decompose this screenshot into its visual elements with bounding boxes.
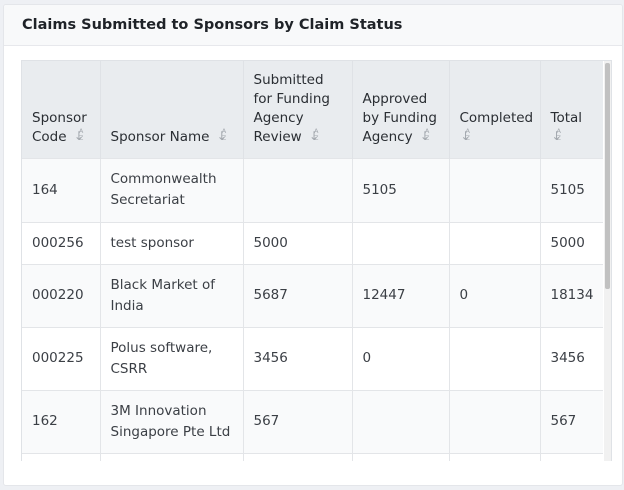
cell-total: 3456 [540,326,603,390]
cell-sponsor-name: 3M Innovation Singapore Pte Ltd [100,389,244,453]
claims-table-container[interactable]: Sponsor Code ↓ A Z Sponsor Name ↓ A Z Submit… [21,60,612,461]
cell-sponsor-code: 000256 [22,221,101,264]
cell-sponsor-code: 162 [22,389,101,453]
cell-total: 5000 [540,221,603,264]
cell-total: 5105 [540,157,603,222]
cell-sponsor-name: test sponsor [100,221,244,264]
cell-sponsor-name: Black Market of India [100,263,244,327]
column-header-approved[interactable]: Approved by Funding Agency ↓ A Z [352,61,450,158]
cell-submitted: 5000 [243,221,353,264]
table-row[interactable]: 000225 Polus software, CSRR 3456 0 3456 [22,326,603,390]
table-row[interactable] [22,452,603,461]
cell-sponsor-name: Commonwealth Secretariat [100,157,244,222]
cell-completed [449,389,541,453]
cell-submitted [243,452,353,461]
column-header-submitted[interactable]: Submitted for Funding Agency Review ↓ A Z [243,61,353,158]
sort-icon[interactable]: ↓ A Z [460,127,473,144]
sort-icon[interactable]: ↓ A Z [73,127,86,144]
scrollbar-thumb[interactable] [605,63,610,289]
cell-sponsor-code: 000220 [22,263,101,327]
cell-submitted: 567 [243,389,353,453]
cell-completed [449,326,541,390]
cell-submitted: 5687 [243,263,353,327]
column-header-label: Sponsor Name [110,128,210,145]
card-header: Claims Submitted to Sponsors by Claim St… [4,5,622,46]
column-header-label: Total [550,109,583,126]
cell-completed [449,221,541,264]
cell-approved [352,389,450,453]
column-header-label: Completed [459,109,534,126]
sort-icon[interactable]: ↓ A Z [216,127,229,144]
cell-approved [352,452,450,461]
table-row[interactable]: 162 3M Innovation Singapore Pte Ltd 567 … [22,389,603,453]
card-title: Claims Submitted to Sponsors by Claim St… [22,17,403,33]
column-header-completed[interactable]: Completed ↓ A Z [449,61,541,158]
column-header-sponsor-name[interactable]: Sponsor Name ↓ A Z [100,61,244,158]
cell-completed [449,157,541,222]
vertical-scrollbar[interactable] [604,61,611,461]
cell-sponsor-code: 164 [22,157,101,222]
sort-icon[interactable]: ↓ A Z [551,127,564,144]
cell-total [540,452,603,461]
cell-submitted [243,157,353,222]
cell-approved: 12447 [352,263,450,327]
cell-sponsor-name: Polus software, CSRR [100,326,244,390]
cell-sponsor-name [100,452,244,461]
cell-approved: 5105 [352,157,450,222]
sort-icon[interactable]: ↓ A Z [419,127,432,144]
column-header-sponsor-code[interactable]: Sponsor Code ↓ A Z [22,61,101,158]
cell-total: 18134 [540,263,603,327]
column-header-total[interactable]: Total ↓ A Z [540,61,603,158]
cell-completed: 0 [449,263,541,327]
cell-completed [449,452,541,461]
table-row[interactable]: 000220 Black Market of India 5687 12447 … [22,263,603,327]
cell-sponsor-code: 000225 [22,326,101,390]
table-row[interactable]: 000256 test sponsor 5000 5000 [22,221,603,264]
claims-table: Sponsor Code ↓ A Z Sponsor Name ↓ A Z Submit… [22,61,603,461]
cell-approved: 0 [352,326,450,390]
cell-total: 567 [540,389,603,453]
table-header-row: Sponsor Code ↓ A Z Sponsor Name ↓ A Z Submit… [22,61,603,158]
table-row[interactable]: 164 Commonwealth Secretariat 5105 5105 [22,157,603,222]
sort-icon[interactable]: ↓ A Z [308,127,321,144]
claims-status-card: Claims Submitted to Sponsors by Claim St… [3,4,623,486]
cell-sponsor-code [22,452,101,461]
cell-approved [352,221,450,264]
cell-submitted: 3456 [243,326,353,390]
